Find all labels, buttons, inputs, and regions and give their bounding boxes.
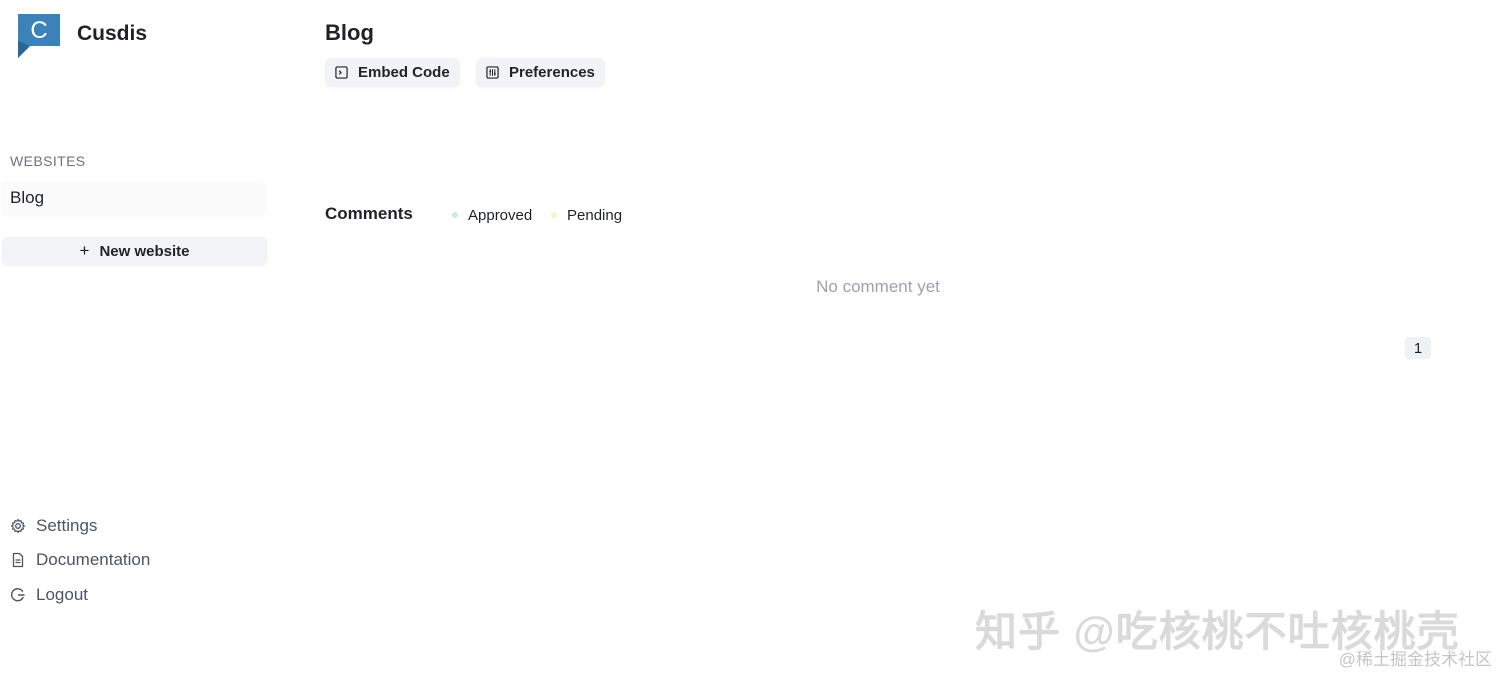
logout-label: Logout: [36, 585, 88, 604]
embed-code-button[interactable]: Embed Code: [325, 58, 460, 87]
new-website-button[interactable]: + New website: [2, 237, 267, 265]
logout-link[interactable]: Logout: [10, 583, 88, 607]
embed-code-label: Embed Code: [358, 64, 450, 81]
logout-icon: [10, 588, 25, 602]
cusdis-logo: C: [18, 14, 60, 58]
code-icon: [335, 66, 348, 79]
preferences-icon: [486, 66, 499, 79]
comments-title: Comments: [325, 204, 413, 223]
watermark-subtext: @稀土掘金技术社区: [1338, 650, 1492, 669]
plus-icon: +: [79, 241, 90, 260]
app-root: C Cusdis WEBSITES Blog + New website Set…: [0, 0, 1512, 687]
new-website-label: New website: [99, 242, 190, 260]
pending-filter[interactable]: Pending: [551, 206, 622, 224]
pending-dot-icon: [551, 212, 557, 218]
approved-filter[interactable]: Approved: [452, 206, 532, 224]
pending-label: Pending: [567, 206, 623, 224]
pagination-page-1[interactable]: 1: [1405, 337, 1431, 359]
documentation-label: Documentation: [36, 550, 151, 569]
approved-dot-icon: [452, 212, 458, 218]
settings-label: Settings: [36, 516, 98, 535]
sidebar: C Cusdis WEBSITES Blog + New website Set…: [0, 0, 270, 687]
empty-comments-message: No comment yet: [816, 277, 940, 296]
app-name: Cusdis: [77, 22, 148, 45]
settings-link[interactable]: Settings: [10, 514, 97, 538]
preferences-label: Preferences: [509, 64, 595, 81]
websites-section-label: WEBSITES: [10, 153, 86, 169]
approved-label: Approved: [468, 206, 533, 224]
website-item-blog[interactable]: Blog: [2, 181, 266, 215]
documentation-link[interactable]: Documentation: [10, 548, 150, 572]
website-item-label: Blog: [10, 188, 45, 207]
page-title: Blog: [325, 20, 374, 45]
logo-letter: C: [30, 17, 47, 44]
preferences-button[interactable]: Preferences: [476, 58, 605, 87]
gear-icon: [10, 518, 26, 534]
document-icon: [12, 552, 24, 568]
